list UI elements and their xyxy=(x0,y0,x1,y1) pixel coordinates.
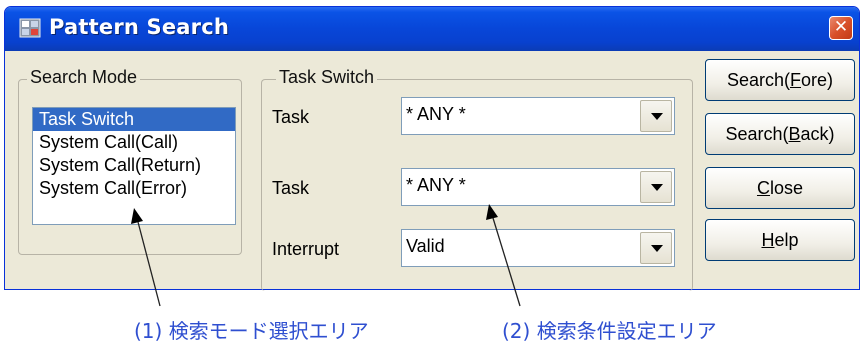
callout-line-1 xyxy=(137,221,161,307)
callout-arrowhead-2 xyxy=(486,204,498,220)
caption-search-condition-area: (2) 検索条件設定エリア xyxy=(502,319,717,343)
caption-search-mode-area: (1) 検索モード選択エリア xyxy=(134,319,369,343)
callout-line-2 xyxy=(492,217,521,307)
callout-arrows xyxy=(131,204,521,307)
callout-arrowhead-1 xyxy=(131,208,143,224)
